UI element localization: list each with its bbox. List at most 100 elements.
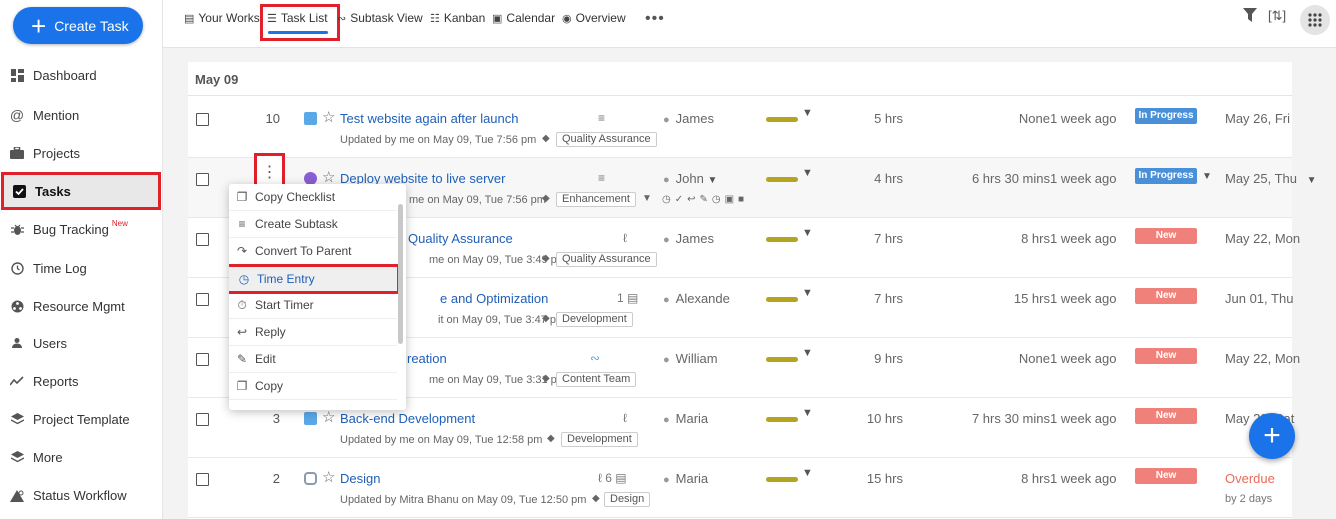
chevron-down-icon[interactable]: ▼ (707, 175, 717, 186)
workflow-icon (9, 487, 25, 503)
tab-overview[interactable]: ◉ Overview (562, 10, 626, 26)
tag-icon: ◆ (542, 373, 550, 384)
row-checkbox[interactable] (196, 413, 209, 426)
chevron-down-icon[interactable]: ▼ (642, 193, 652, 204)
menu-item-copy-checklist[interactable]: ❐ Copy Checklist (229, 184, 397, 211)
chevron-down-icon[interactable]: ▼ (1307, 175, 1317, 186)
tab-kanban[interactable]: ☷ Kanban (430, 10, 485, 26)
sidebar-item-bug-tracking[interactable]: Bug Tracking New (0, 210, 163, 248)
task-title[interactable]: Test website again after launch (340, 111, 519, 126)
tab-calendar[interactable]: ▣ Calendar (492, 10, 555, 26)
row-action-icons[interactable]: ◷✓↩✎◷▣■ (662, 194, 748, 205)
sidebar-item-time-log[interactable]: Time Log (0, 249, 163, 287)
assignee-name: Alexande (675, 291, 730, 306)
sidebar-item-more[interactable]: More (0, 438, 163, 476)
menu-item-edit[interactable]: ✎ Edit (229, 346, 397, 373)
sidebar-item-users[interactable]: Users (0, 324, 163, 362)
tab-label: Kanban (443, 11, 486, 25)
chevron-down-icon[interactable]: ▼ (802, 287, 813, 299)
task-title[interactable]: reation (407, 351, 447, 366)
sidebar-item-mention[interactable]: @ Mention (0, 96, 163, 134)
status-badge[interactable]: In Progress (1135, 108, 1197, 124)
tag-badge[interactable]: Enhancement (556, 192, 636, 207)
priority-bar[interactable] (766, 117, 798, 122)
tag-badge[interactable]: Development (561, 432, 638, 447)
tag-badge[interactable]: Quality Assurance (556, 132, 657, 147)
filter-icon[interactable] (1243, 8, 1257, 26)
table-row[interactable]: 10 ☆ Test website again after launch ≡ U… (188, 98, 1292, 158)
menu-item-reply[interactable]: ↩ Reply (229, 319, 397, 346)
sidebar-item-status-workflow[interactable]: Status Workflow (0, 476, 163, 514)
chevron-down-icon[interactable]: ▼ (1202, 171, 1212, 182)
due-date: Overdue (1225, 471, 1275, 486)
sidebar-item-label: Status Workflow (33, 487, 127, 503)
assignee[interactable]: ● Maria (663, 471, 708, 486)
row-checkbox[interactable] (196, 353, 209, 366)
star-icon[interactable]: ☆ (322, 408, 335, 426)
assignee[interactable]: ● Maria (663, 411, 708, 426)
row-checkbox[interactable] (196, 473, 209, 486)
menu-item-copy[interactable]: ❐ Copy (229, 373, 397, 400)
menu-scrollbar[interactable] (398, 204, 403, 344)
row-checkbox[interactable] (196, 173, 209, 186)
sidebar-item-reports[interactable]: Reports (0, 362, 163, 400)
row-checkbox[interactable] (196, 113, 209, 126)
time-spent: 7 hrs 30 mins (971, 411, 1050, 426)
assignee[interactable]: ● James (663, 111, 714, 126)
more-tabs-icon[interactable]: ••• (645, 10, 665, 28)
chevron-down-icon[interactable]: ▼ (802, 227, 813, 239)
tab-your-works[interactable]: ▤ Your Works (184, 10, 260, 26)
apps-grid-icon[interactable] (1300, 5, 1330, 35)
star-icon[interactable]: ☆ (322, 468, 335, 486)
tab-label: Your Works (198, 11, 260, 25)
priority-bar[interactable] (766, 357, 798, 362)
row-checkbox[interactable] (196, 233, 209, 246)
priority-bar[interactable] (766, 477, 798, 482)
assignee[interactable]: ● James (663, 231, 714, 246)
task-title[interactable]: Quality Assurance (408, 231, 513, 246)
create-task-button[interactable]: + Create Task (13, 7, 143, 44)
priority-bar[interactable] (766, 297, 798, 302)
expand-icon[interactable]: [⇅] (1268, 8, 1286, 24)
assignee[interactable]: ● John ▼ (663, 171, 717, 186)
status-badge[interactable]: New (1135, 288, 1197, 304)
chevron-down-icon[interactable]: ▼ (802, 167, 813, 179)
priority-bar[interactable] (766, 237, 798, 242)
task-title[interactable]: Back-end Development (340, 411, 475, 426)
star-icon[interactable]: ☆ (322, 108, 335, 126)
tag-badge[interactable]: Development (556, 312, 633, 327)
row-checkbox[interactable] (196, 293, 209, 306)
chevron-down-icon[interactable]: ▼ (802, 107, 813, 119)
sidebar-item-projects[interactable]: Projects (0, 134, 163, 172)
chevron-down-icon[interactable]: ▼ (802, 407, 813, 419)
add-floating-button[interactable]: + (1249, 413, 1295, 459)
status-badge[interactable]: In Progress (1135, 168, 1197, 184)
task-title[interactable]: Design (340, 471, 380, 486)
table-row[interactable]: 2 ☆ Design ℓ 6 ▤ Updated by Mitra Bhanu … (188, 458, 1292, 518)
assignee[interactable]: ● Alexande (663, 291, 730, 306)
status-badge[interactable]: New (1135, 348, 1197, 364)
status-badge[interactable]: New (1135, 468, 1197, 484)
assignee[interactable]: ● William (663, 351, 718, 366)
status-badge[interactable]: New (1135, 228, 1197, 244)
due-date: May 22, Mon (1225, 231, 1301, 246)
tag-badge[interactable]: Content Team (556, 372, 637, 387)
chevron-down-icon[interactable]: ▼ (802, 347, 813, 359)
status-badge[interactable]: New (1135, 408, 1197, 424)
menu-item-start-timer[interactable]: ⏱ Start Timer (229, 292, 397, 319)
chevron-down-icon[interactable]: ▼ (802, 467, 813, 479)
tag-badge[interactable]: Quality Assurance (556, 252, 657, 267)
menu-item-convert-to-parent[interactable]: ↷ Convert To Parent (229, 238, 397, 265)
task-title[interactable]: e and Optimization (440, 291, 548, 306)
sidebar-item-project-template[interactable]: Project Template (0, 400, 163, 438)
due-date: May 25, Thu ▼ (1225, 171, 1317, 186)
tag-badge[interactable]: Design (604, 492, 651, 507)
menu-item-create-subtask[interactable]: ≡ Create Subtask (229, 211, 397, 238)
sidebar-item-tasks[interactable]: Tasks (1, 172, 161, 210)
sidebar-item-resource-mgmt[interactable]: Resource Mgmt (0, 287, 163, 325)
tab-subtask-view[interactable]: ∾ Subtask View (337, 10, 423, 26)
sidebar-item-dashboard[interactable]: Dashboard (0, 56, 163, 94)
menu-item-time-entry[interactable]: ◷ Time Entry (229, 264, 400, 294)
priority-bar[interactable] (766, 417, 798, 422)
priority-bar[interactable] (766, 177, 798, 182)
